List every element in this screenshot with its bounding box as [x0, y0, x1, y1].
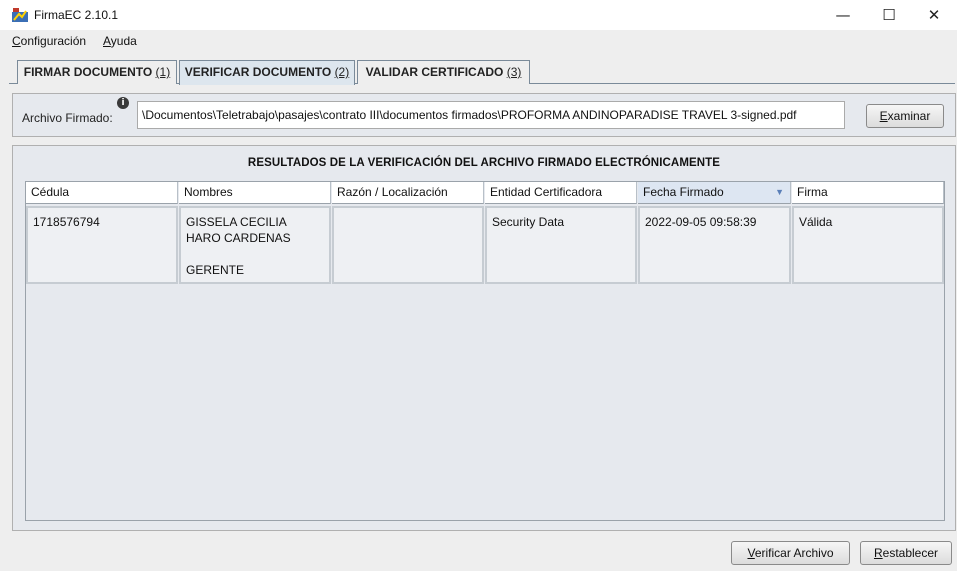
cedula-value: 1718576794 — [33, 215, 100, 229]
column-header-fecha-label: Fecha Firmado — [643, 185, 724, 199]
menu-ayuda[interactable]: Ayuda — [103, 34, 137, 48]
close-button[interactable]: ✕ — [911, 0, 957, 30]
info-icon[interactable]: i — [117, 97, 129, 109]
cell-razon-localizacion[interactable] — [332, 206, 484, 284]
cell-cedula[interactable]: 1718576794 — [26, 206, 178, 284]
examinar-button[interactable]: Examinar — [866, 104, 944, 128]
firma-value: Válida — [799, 215, 833, 229]
signed-file-path-field[interactable]: \Documentos\Teletrabajo\pasajes\contrato… — [137, 101, 845, 129]
cell-firma[interactable]: Válida — [792, 206, 944, 284]
column-header-cedula[interactable]: Cédula — [26, 182, 178, 204]
tab-validar-certificado[interactable]: VALIDAR CERTIFICADO (3) — [357, 60, 530, 84]
column-header-fecha-firmado[interactable]: Fecha Firmado ▼ — [638, 182, 791, 204]
window-title: FirmaEC 2.10.1 — [34, 8, 119, 22]
cargo-value: GERENTE — [186, 263, 245, 277]
cell-nombres[interactable]: GISSELA CECILIA HARO CARDENAS GERENTE — [179, 206, 331, 284]
verificar-archivo-button[interactable]: Verificar Archivo — [731, 541, 850, 565]
column-header-firma[interactable]: Firma — [792, 182, 944, 204]
column-header-nombres[interactable]: Nombres — [179, 182, 331, 204]
cell-fecha-firmado[interactable]: 2022-09-05 09:58:39 — [638, 206, 791, 284]
cell-entidad-certificadora[interactable]: Security Data — [485, 206, 637, 284]
nombres-line-1: GISSELA CECILIA — [186, 215, 287, 229]
restablecer-button[interactable]: Restablecer — [860, 541, 952, 565]
nombres-line-2: HARO CARDENAS — [186, 231, 291, 245]
fecha-value: 2022-09-05 09:58:39 — [645, 215, 757, 229]
archivo-firmado-label: Archivo Firmado: — [22, 111, 113, 125]
tab-verificar-documento[interactable]: VERIFICAR DOCUMENTO (2) — [179, 60, 355, 85]
results-title: RESULTADOS DE LA VERIFICACIÓN DEL ARCHIV… — [247, 157, 721, 169]
menu-bar — [0, 30, 957, 52]
title-bar — [0, 0, 957, 30]
app-logo-icon — [12, 8, 28, 22]
sort-descending-icon: ▼ — [775, 187, 784, 197]
nombres-spacer — [186, 246, 324, 262]
tab-firmar-documento[interactable]: FIRMAR DOCUMENTO (1) — [17, 60, 177, 84]
entidad-value: Security Data — [492, 215, 565, 229]
column-header-entidad-certificadora[interactable]: Entidad Certificadora — [485, 182, 637, 204]
maximize-button[interactable]: ☐ — [866, 0, 912, 30]
minimize-button[interactable]: — — [820, 0, 866, 30]
column-header-razon-localizacion[interactable]: Razón / Localización — [332, 182, 484, 204]
menu-configuracion[interactable]: Configuración — [12, 34, 86, 48]
